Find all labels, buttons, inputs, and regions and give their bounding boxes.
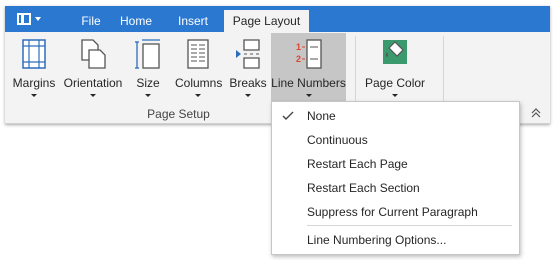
size-label: Size [136, 76, 160, 90]
menu-item-restart-each-section[interactable]: Restart Each Section [272, 176, 519, 200]
page-color-icon [383, 40, 407, 64]
dropdown-arrow-icon [305, 94, 312, 97]
menu-separator [307, 225, 512, 226]
menu-item-label: Line Numbering Options... [307, 233, 447, 247]
columns-button[interactable]: Columns [175, 38, 223, 102]
tab-home[interactable]: Home [113, 10, 159, 32]
chevron-down-icon [35, 17, 41, 21]
dropdown-arrow-icon [31, 94, 37, 97]
line-numbers-menu: None Continuous Restart Each Page Restar… [271, 101, 520, 255]
breaks-label: Breaks [229, 76, 267, 90]
page-color-label: Page Color [365, 76, 426, 90]
page-color-button[interactable]: Page Color [365, 38, 425, 102]
menu-item-restart-each-page[interactable]: Restart Each Page [272, 152, 519, 176]
menu-item-label: None [307, 109, 336, 123]
menu-item-suppress-current-paragraph[interactable]: Suppress for Current Paragraph [272, 200, 519, 224]
orientation-button[interactable]: Orientation [61, 38, 125, 102]
collapse-ribbon-icon[interactable] [530, 108, 542, 118]
menu-item-none[interactable]: None [272, 104, 519, 128]
menu-item-label: Restart Each Section [307, 181, 420, 195]
menu-item-label: Suppress for Current Paragraph [307, 205, 478, 219]
svg-text:2: 2 [296, 54, 301, 64]
line-numbers-icon: 1 2 [296, 39, 322, 69]
tab-page-layout[interactable]: Page Layout [224, 10, 309, 32]
menu-item-continuous[interactable]: Continuous [272, 128, 519, 152]
size-button[interactable]: Size [133, 38, 163, 102]
orientation-icon [81, 39, 106, 69]
ribbon-tab-bar: File Home Insert Page Layout [5, 6, 550, 32]
app-menu-button[interactable] [17, 10, 53, 28]
dropdown-arrow-icon [195, 94, 201, 97]
dropdown-arrow-icon [392, 94, 398, 97]
svg-text:1: 1 [296, 42, 301, 52]
line-numbers-button[interactable]: 1 2 Line Numbers [271, 33, 346, 103]
tab-file[interactable]: File [71, 10, 111, 32]
orientation-label: Orientation [63, 76, 123, 90]
dropdown-arrow-icon [145, 94, 151, 97]
size-icon [135, 39, 160, 69]
breaks-button[interactable]: Breaks [228, 38, 268, 102]
breaks-icon [236, 39, 260, 69]
margins-label: Margins [12, 76, 56, 90]
tab-insert[interactable]: Insert [165, 10, 221, 32]
menu-item-line-numbering-options[interactable]: Line Numbering Options... [272, 228, 519, 252]
checkmark-icon [282, 111, 294, 120]
menu-item-label: Continuous [307, 133, 368, 147]
menu-item-label: Restart Each Page [307, 157, 408, 171]
line-numbers-label: Line Numbers [271, 76, 346, 90]
document-icon [17, 13, 31, 25]
dropdown-arrow-icon [245, 94, 251, 97]
columns-label: Columns [175, 76, 223, 90]
columns-icon [187, 39, 209, 69]
margins-button[interactable]: Margins [11, 38, 57, 102]
page: File Home Insert Page Layout Margins Ori… [0, 0, 555, 260]
margins-icon [22, 39, 46, 69]
dropdown-arrow-icon [90, 94, 96, 97]
